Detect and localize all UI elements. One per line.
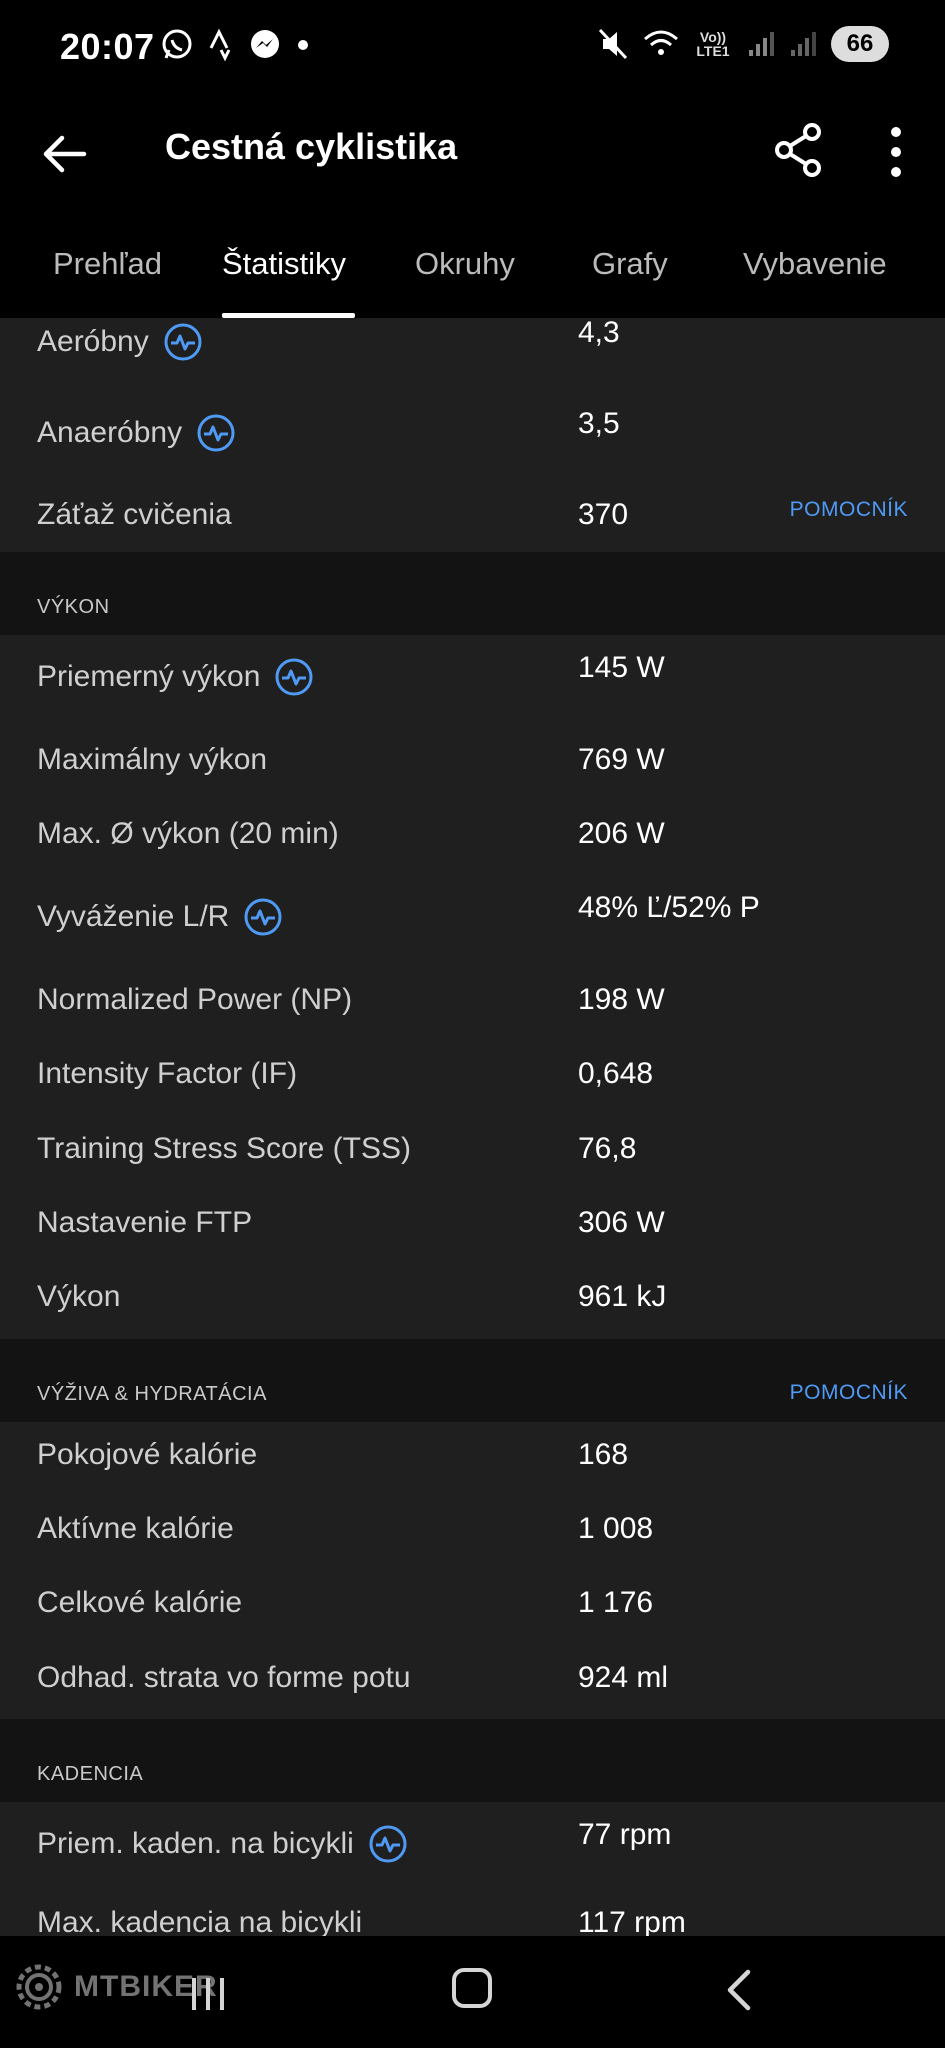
- whatsapp-icon: [162, 29, 192, 59]
- list-item-label: Priem. kaden. na bicykli: [37, 1824, 408, 1864]
- lr-balance-label: Vyváženie L/R: [37, 900, 230, 933]
- max-power-label: Maximálny výkon: [37, 743, 268, 776]
- total-calories-label: Celkové kalórie: [37, 1586, 243, 1619]
- signal-icon: [749, 32, 774, 56]
- recent-apps-icon[interactable]: [188, 1974, 228, 2014]
- chevron-back-icon[interactable]: [722, 1966, 754, 2014]
- info-pulse-icon[interactable]: [274, 657, 314, 697]
- max-cadence-label: Max. kadencia na bicykli: [37, 1906, 363, 1936]
- active-calories-value: 1 008: [578, 1512, 654, 1545]
- status-bar: 20:07 Vo)) LTE1 66: [0, 0, 945, 96]
- anaerobic-value: 3,5: [578, 407, 620, 440]
- lr-balance-value: 48% Ľ/52% P: [578, 891, 760, 924]
- system-nav-bar: MTBIKER: [0, 1936, 945, 2048]
- arrow-left-icon[interactable]: [40, 124, 90, 184]
- resting-calories-value: 168: [578, 1438, 629, 1471]
- tss-value: 76,8: [578, 1132, 637, 1165]
- wifi-icon: [644, 30, 678, 55]
- nutrition-section-title: VÝŽIVA & HYDRATÁCIA: [37, 1383, 267, 1405]
- more-vertical-icon[interactable]: [876, 120, 916, 184]
- tab-vybavenie[interactable]: Vybavenie: [743, 246, 887, 282]
- active-calories-label: Aktívne kalórie: [37, 1512, 234, 1545]
- watermark: MTBIKER: [12, 1960, 218, 2014]
- work-value: 961 kJ: [578, 1280, 667, 1313]
- resting-calories-label: Pokojové kalórie: [37, 1438, 258, 1471]
- share-icon[interactable]: [772, 120, 824, 180]
- list-item-label: Priemerný výkon: [37, 657, 314, 697]
- home-button[interactable]: [452, 1968, 492, 2008]
- avg-cadence-value: 77 rpm: [578, 1818, 672, 1851]
- notification-icons: [160, 28, 310, 62]
- tss-label: Training Stress Score (TSS): [37, 1132, 411, 1165]
- tab-statistiky[interactable]: Štatistiky: [222, 246, 346, 282]
- intensity-factor-label: Intensity Factor (IF): [37, 1057, 298, 1090]
- training-load-label: Záťaž cvičenia: [37, 498, 232, 531]
- info-pulse-icon[interactable]: [163, 322, 203, 362]
- info-pulse-icon[interactable]: [243, 897, 283, 937]
- page-title: Cestná cyklistika: [165, 126, 458, 167]
- tab-bar: Prehľad Štatistiky Okruhy Grafy Vybaveni…: [0, 216, 945, 318]
- dot-icon: [298, 40, 308, 50]
- anaerobic-label: Anaeróbny: [37, 416, 183, 449]
- power-card: Priemerný výkon 145 W Maximálny výkon 76…: [0, 635, 945, 1339]
- power-section-header: VÝKON: [0, 552, 945, 635]
- avg-power-label: Priemerný výkon: [37, 660, 261, 693]
- tab-grafy[interactable]: Grafy: [592, 246, 668, 282]
- max-avg-20min-label: Max. Ø výkon (20 min): [37, 817, 339, 850]
- statistics-content[interactable]: Aeróbny 4,3 Anaeróbny 3,5 Záťaž cvičenia…: [0, 318, 945, 1936]
- signal-label: Vo)) LTE1: [696, 29, 730, 59]
- cadence-card: Priem. kaden. na bicykli 77 rpm Max. kad…: [0, 1802, 945, 1936]
- avg-cadence-label: Priem. kaden. na bicykli: [37, 1827, 354, 1860]
- intensity-factor-value: 0,648: [578, 1057, 654, 1090]
- app-bar: Cestná cyklistika: [0, 96, 945, 216]
- info-pulse-icon[interactable]: [196, 413, 236, 453]
- sweat-loss-label: Odhad. strata vo forme potu: [37, 1661, 411, 1694]
- max-power-value: 769 W: [578, 743, 665, 776]
- max-cadence-value: 117 rpm: [578, 1906, 686, 1936]
- mute-icon: [598, 28, 628, 60]
- training-load-helper-link[interactable]: POMOCNÍK: [790, 498, 908, 522]
- normalized-power-value: 198 W: [578, 983, 665, 1016]
- tab-prehlad[interactable]: Prehľad: [53, 246, 162, 282]
- nutrition-helper-link[interactable]: POMOCNÍK: [790, 1381, 908, 1405]
- list-item-label: Vyváženie L/R: [37, 897, 283, 937]
- cadence-section-title: KADENCIA: [37, 1763, 144, 1785]
- messenger-icon: [251, 30, 279, 58]
- info-pulse-icon[interactable]: [368, 1824, 408, 1864]
- ftp-setting-label: Nastavenie FTP: [37, 1206, 253, 1239]
- strava-icon: [209, 28, 231, 62]
- aerobic-value: 4,3: [578, 318, 620, 349]
- system-icons: Vo)) LTE1 66: [597, 26, 889, 62]
- work-label: Výkon: [37, 1280, 121, 1313]
- sweat-loss-value: 924 ml: [578, 1661, 669, 1694]
- aerobic-label: Aeróbny: [37, 325, 149, 358]
- nutrition-card: Pokojové kalórie 168 Aktívne kalórie 1 0…: [0, 1422, 945, 1719]
- status-time: 20:07: [60, 26, 155, 67]
- avg-power-value: 145 W: [578, 651, 665, 684]
- nutrition-section-header: VÝŽIVA & HYDRATÁCIA POMOCNÍK: [0, 1339, 945, 1422]
- tab-okruhy[interactable]: Okruhy: [415, 246, 515, 282]
- gear-logo-icon: [16, 1964, 62, 2010]
- max-avg-20min-value: 206 W: [578, 817, 665, 850]
- power-section-title: VÝKON: [37, 596, 110, 618]
- training-load-value: 370: [578, 498, 629, 531]
- training-effect-card: Aeróbny 4,3 Anaeróbny 3,5 Záťaž cvičenia…: [0, 318, 945, 552]
- signal-icon-2: [791, 32, 816, 56]
- ftp-setting-value: 306 W: [578, 1206, 665, 1239]
- normalized-power-label: Normalized Power (NP): [37, 983, 353, 1016]
- list-item-label: Aeróbny: [37, 322, 203, 362]
- battery-indicator: 66: [831, 26, 889, 62]
- cadence-section-header: KADENCIA: [0, 1719, 945, 1802]
- total-calories-value: 1 176: [578, 1586, 654, 1619]
- list-item-label: Anaeróbny: [37, 413, 236, 453]
